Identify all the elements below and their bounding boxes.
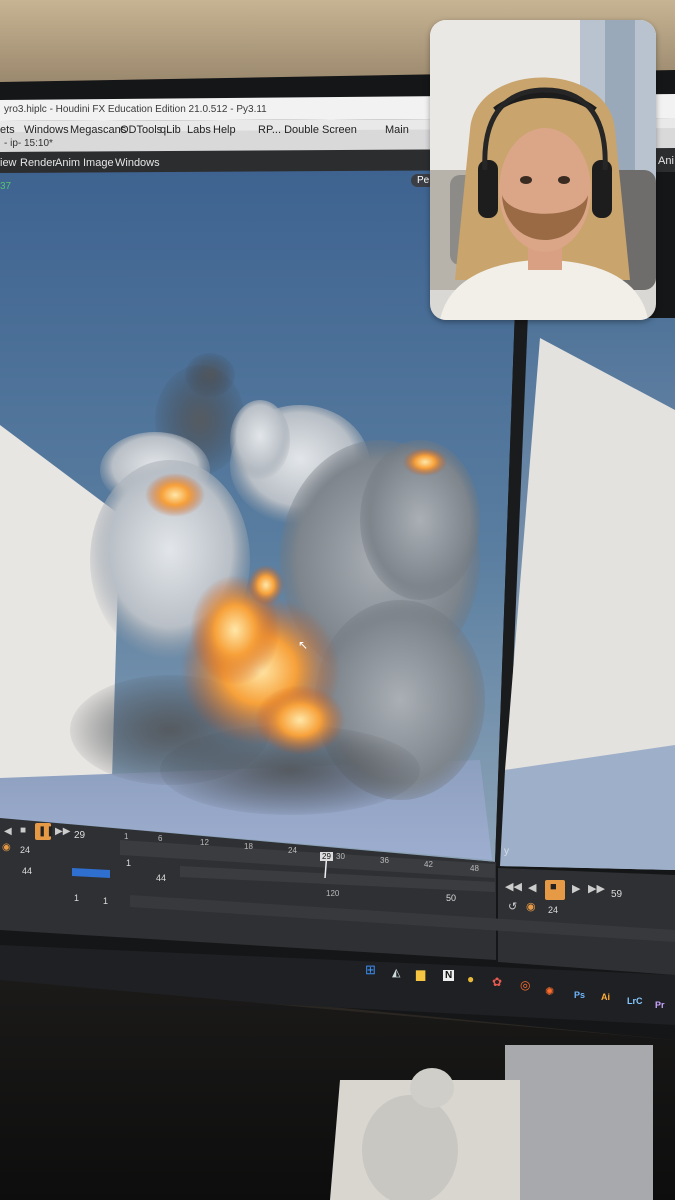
jump-start-icon[interactable]: ◀◀ bbox=[505, 880, 522, 893]
monitor-stand bbox=[505, 1045, 653, 1200]
play-reverse-icon[interactable]: ◀ bbox=[528, 881, 536, 894]
realtime-right-icon[interactable]: ◉ bbox=[526, 900, 536, 913]
pause-icon[interactable]: ❚❚ bbox=[38, 826, 55, 837]
realtime-icon[interactable]: ◉ bbox=[2, 842, 11, 853]
loop-icon[interactable]: ↺ bbox=[508, 900, 517, 913]
tick-label: 24 bbox=[288, 846, 297, 855]
webcam-video-overlay[interactable] bbox=[430, 20, 656, 320]
range-tick-label: 120 bbox=[326, 889, 340, 898]
viewer-menu-anim-right[interactable]: Ani bbox=[658, 155, 674, 167]
stop-right-icon[interactable]: ■ bbox=[550, 881, 557, 893]
tick-label: 48 bbox=[470, 864, 479, 873]
end-frame-field[interactable]: 50 bbox=[446, 893, 456, 903]
jump-end-icon[interactable]: ▶▶ bbox=[55, 826, 70, 837]
viewer-menu-image[interactable]: Image bbox=[83, 157, 114, 169]
range-marker-label: 44 bbox=[156, 873, 167, 883]
figurine-head bbox=[410, 1068, 454, 1108]
menu-item-labs[interactable]: Labs bbox=[187, 124, 211, 136]
stop-icon[interactable]: ■ bbox=[20, 825, 26, 836]
jump-end-right-icon[interactable]: ▶▶ bbox=[588, 882, 605, 895]
houdini-apprentice-icon[interactable]: ✺ bbox=[545, 985, 554, 998]
tick-label: 1 bbox=[124, 832, 129, 841]
viewer-menu-windows[interactable]: Windows bbox=[115, 157, 160, 169]
figma-icon[interactable]: ✿ bbox=[492, 975, 502, 989]
play-forward-icon[interactable]: ▶ bbox=[572, 882, 580, 895]
figurine bbox=[362, 1095, 458, 1200]
explorer-icon[interactable]: ◭ bbox=[392, 966, 400, 979]
notion-icon[interactable]: N bbox=[443, 970, 455, 981]
range-start-field[interactable]: 44 bbox=[22, 866, 32, 876]
windows-start-icon[interactable]: ⊞ bbox=[365, 962, 376, 978]
global-start-field[interactable]: 1 bbox=[74, 893, 79, 903]
desktop-selector[interactable]: RP... Double Screen bbox=[258, 124, 357, 136]
window-title: yro3.hiplc - Houdini FX Education Editio… bbox=[4, 104, 267, 115]
menu-item-assets[interactable]: ets bbox=[0, 124, 15, 136]
menu-item-help[interactable]: Help bbox=[213, 124, 236, 136]
axis-label-y: y bbox=[504, 846, 509, 857]
range-one-field[interactable]: 1 bbox=[126, 858, 131, 868]
mouse-cursor-icon: ↖ bbox=[298, 638, 309, 652]
tick-label: 12 bbox=[200, 838, 209, 847]
tick-label: 18 bbox=[244, 842, 253, 851]
photoshop-icon[interactable]: Ps bbox=[574, 990, 585, 1000]
menu-item-qlib[interactable]: qLib bbox=[160, 124, 181, 136]
step-back-icon[interactable]: ◀ bbox=[4, 826, 12, 837]
fps-field-right[interactable]: 24 bbox=[548, 905, 558, 915]
menu-item-windows[interactable]: Windows bbox=[24, 124, 69, 136]
current-frame-field[interactable]: 29 bbox=[74, 830, 85, 841]
tick-label: 6 bbox=[158, 834, 163, 843]
premiere-icon[interactable]: Pr bbox=[655, 1000, 665, 1010]
tick-label: 36 bbox=[380, 856, 389, 865]
viewport-fps-readout: 37 bbox=[0, 181, 12, 192]
illustrator-icon[interactable]: Ai bbox=[601, 992, 610, 1002]
menu-item-megascans[interactable]: Megascans bbox=[70, 124, 126, 136]
fps-field[interactable]: 24 bbox=[20, 845, 30, 855]
viewer-menu-anim[interactable]: Anim bbox=[55, 157, 80, 169]
viewer-menu-view[interactable]: iew bbox=[0, 157, 17, 169]
tick-label: 30 bbox=[336, 852, 345, 861]
global-one-field[interactable]: 1 bbox=[103, 896, 108, 906]
path-field[interactable]: - ip- 15:10* bbox=[4, 138, 53, 149]
viewer-menu-render[interactable]: Render bbox=[20, 157, 56, 169]
houdini-icon[interactable]: ◎ bbox=[520, 978, 530, 992]
tick-label: 42 bbox=[424, 860, 433, 869]
playhead-frame-label: 29 bbox=[320, 852, 333, 861]
webcam-frame bbox=[430, 20, 656, 320]
lightroom-icon[interactable]: LrC bbox=[627, 996, 643, 1006]
cinema-icon[interactable]: ● bbox=[467, 972, 474, 986]
desktop-main[interactable]: Main bbox=[385, 124, 409, 136]
file-manager-icon[interactable]: ▆ bbox=[416, 967, 425, 981]
current-frame-field-right[interactable]: 59 bbox=[611, 889, 622, 900]
menu-item-odtools[interactable]: ODTools bbox=[120, 124, 162, 136]
